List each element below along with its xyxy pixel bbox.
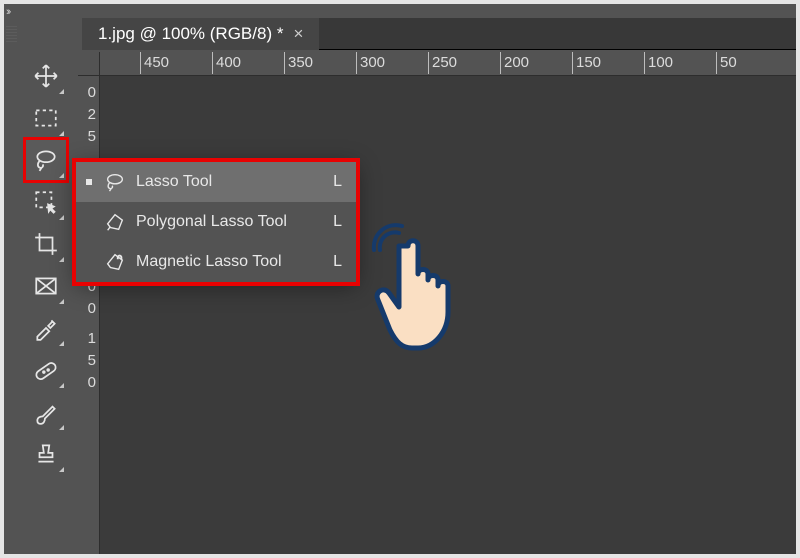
grip-icon [6, 26, 17, 44]
flyout-item-label: Polygonal Lasso Tool [136, 213, 323, 231]
eyedropper-tool[interactable] [25, 307, 67, 349]
quick-select-tool[interactable] [25, 181, 67, 223]
lasso-icon [104, 171, 126, 193]
ruler-tick-label: 2 [88, 106, 96, 123]
ruler-tick-label: 5 [88, 128, 96, 145]
tabbar-empty [319, 18, 796, 50]
eyedropper-icon [33, 315, 59, 341]
crop-icon [33, 231, 59, 257]
stamp-tool[interactable] [25, 433, 67, 475]
quick-select-icon [33, 189, 59, 215]
flyout-indicator-icon [59, 383, 64, 388]
ruler-tick-label: 250 [432, 54, 457, 71]
healing-tool[interactable] [25, 349, 67, 391]
flyout-item-shortcut: L [333, 253, 342, 271]
close-icon[interactable]: × [293, 24, 303, 44]
flyout-indicator-icon [59, 257, 64, 262]
marquee-icon [33, 105, 59, 131]
ruler-tick-label: 300 [360, 54, 385, 71]
frame-tool[interactable] [25, 265, 67, 307]
poly-lasso-icon [104, 211, 126, 233]
ruler-tick-label: 5 [88, 352, 96, 369]
ruler-tick-label: 0 [88, 84, 96, 101]
flyout-item-magnetic-lasso[interactable]: Magnetic Lasso Tool L [76, 242, 356, 282]
document-tab-title: 1.jpg @ 100% (RGB/8) * [98, 24, 283, 44]
ruler-tick-label: 0 [88, 374, 96, 391]
flyout-indicator-icon [59, 341, 64, 346]
move-icon [33, 63, 59, 89]
flyout-indicator-icon [59, 173, 64, 178]
flyout-item-label: Magnetic Lasso Tool [136, 253, 323, 271]
ruler-tick-label: 400 [216, 54, 241, 71]
flyout-indicator-icon [59, 467, 64, 472]
lasso-tool[interactable] [25, 139, 67, 181]
flyout-item-shortcut: L [333, 173, 342, 191]
document-tab[interactable]: 1.jpg @ 100% (RGB/8) * × [82, 18, 319, 50]
frame-icon [33, 273, 59, 299]
ruler-origin[interactable] [78, 52, 100, 76]
flyout-item-lasso[interactable]: Lasso Tool L [76, 162, 356, 202]
ruler-tick-label: 450 [144, 54, 169, 71]
stamp-icon [33, 441, 59, 467]
ruler-tick-label: 100 [648, 54, 673, 71]
crop-tool[interactable] [25, 223, 67, 265]
flyout-indicator-icon [59, 131, 64, 136]
brush-icon [33, 399, 59, 425]
ruler-tick-label: 350 [288, 54, 313, 71]
canvas[interactable] [100, 76, 796, 554]
ruler-tick-label: 50 [720, 54, 737, 71]
toolbox [23, 55, 69, 554]
ruler-tick-label: 1 [88, 330, 96, 347]
ruler-tick-label: 200 [504, 54, 529, 71]
ruler-vertical[interactable]: 02550100150 [78, 76, 100, 554]
ruler-tick-label: 150 [576, 54, 601, 71]
flyout-item-shortcut: L [333, 213, 342, 231]
flyout-indicator-icon [59, 299, 64, 304]
flyout-item-label: Lasso Tool [136, 173, 323, 191]
active-dot-icon [86, 179, 92, 185]
lasso-icon [33, 147, 59, 173]
bandage-icon [33, 357, 59, 383]
magnetic-lasso-icon [104, 251, 126, 273]
ruler-horizontal[interactable]: 450 400 350 300 250 200 150 100 50 [100, 52, 796, 76]
lasso-flyout-menu: Lasso Tool L Polygonal Lasso Tool L Magn… [76, 162, 356, 282]
document-tabs: 1.jpg @ 100% (RGB/8) * × [82, 18, 796, 50]
chevron-right-icon: ›› [6, 6, 9, 18]
move-tool[interactable] [25, 55, 67, 97]
flyout-indicator-icon [59, 89, 64, 94]
panel-expand-handle[interactable]: ›› [4, 4, 19, 554]
rect-marquee-tool[interactable] [25, 97, 67, 139]
flyout-indicator-icon [59, 425, 64, 430]
flyout-item-polygonal-lasso[interactable]: Polygonal Lasso Tool L [76, 202, 356, 242]
flyout-indicator-icon [59, 215, 64, 220]
brush-tool[interactable] [25, 391, 67, 433]
ruler-tick-label: 0 [88, 300, 96, 317]
